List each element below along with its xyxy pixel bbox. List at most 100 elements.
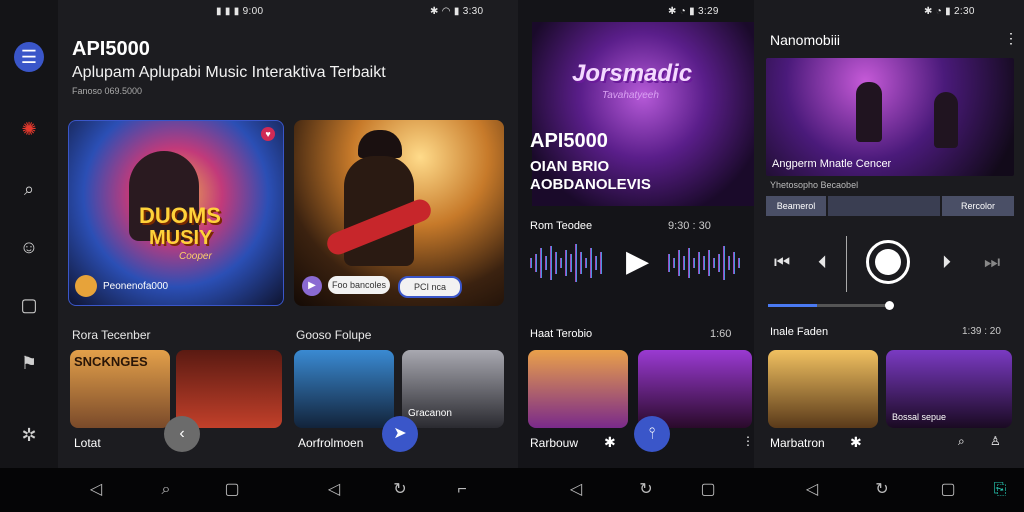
chip-right[interactable]: Rercolor <box>942 196 1014 216</box>
progress-track[interactable] <box>768 301 894 310</box>
track-subtitle: Yhetosopho Becaobel <box>770 180 859 190</box>
square-icon[interactable]: ▢ <box>14 290 44 320</box>
card-chip-2[interactable]: PCI nca <box>398 276 462 298</box>
more-icon[interactable]: ⋮ <box>742 434 754 448</box>
album-tile-2[interactable]: Bossal sepue <box>886 350 1012 428</box>
status-bar-right: ✱ ◠ ▮ 3:30 <box>430 6 484 17</box>
progress-thumb[interactable] <box>885 301 894 310</box>
search-icon[interactable]: ⌕ <box>958 434 965 449</box>
refresh-icon[interactable]: ↻ <box>390 480 410 500</box>
person-icon[interactable]: ♙ <box>990 434 1001 448</box>
play-button-inner <box>875 249 901 275</box>
menu-icon[interactable]: ☰ <box>14 42 44 72</box>
track-line-1: OIAN BRIO <box>530 158 610 175</box>
app-subtitle: Aplupam Aplupabi Music Interaktiva Terba… <box>72 64 386 81</box>
hero-art-text: Jorsmadic <box>572 60 693 87</box>
tile-caption: Bossal sepue <box>892 412 947 422</box>
section-time: 1:39 : 20 <box>962 326 1001 337</box>
album-tile-3[interactable] <box>294 350 394 428</box>
megaphone-icon[interactable]: ⚑ <box>14 348 44 378</box>
app-meta: Fanoso 069.5000 <box>72 86 143 96</box>
status-bar: ✱ ◔ ▮ 3:29 <box>668 6 719 17</box>
album-tile-1[interactable] <box>768 350 878 428</box>
card-caption: Peonenofa000 <box>103 281 169 292</box>
more-icon[interactable]: ⋮ <box>1004 30 1018 47</box>
star-icon[interactable]: ✱ <box>604 434 616 451</box>
track-line-2: AOBDANOLEVIS <box>530 176 651 193</box>
section-title: Haat Terobio <box>530 328 593 340</box>
screen-title: Nanomobiii <box>770 32 841 48</box>
star-icon[interactable]: ✺ <box>14 114 44 144</box>
bottom-label-right: Aorfrolmoen <box>298 436 364 450</box>
search-icon[interactable]: ⌕ <box>14 174 44 204</box>
status-bar: ✱ ◔ ▮ 2:30 <box>924 6 975 17</box>
guitarist-figure-2 <box>934 92 958 148</box>
back-icon[interactable]: ◁ <box>566 480 586 500</box>
featured-card-2[interactable]: ▶ Foo bancoles PCI nca <box>294 120 504 306</box>
card-art-text-1: DUOMS <box>139 203 221 228</box>
app-title: API5000 <box>72 38 150 60</box>
section-time: 1:60 <box>710 328 732 340</box>
star-icon[interactable]: ✱ <box>850 434 862 451</box>
refresh-icon[interactable]: ↻ <box>872 480 892 500</box>
bottom-label: Rarbouw <box>530 436 579 450</box>
next-icon[interactable]: ⏵ <box>942 252 951 273</box>
avatar <box>75 275 97 297</box>
recents-icon[interactable]: ▢ <box>222 480 242 500</box>
guitarist-figure-1 <box>856 82 882 142</box>
card-chip-1[interactable]: Foo bancoles <box>328 276 390 294</box>
send-fab[interactable]: ➤ <box>382 416 418 452</box>
back-fab[interactable]: ‹ <box>164 416 200 452</box>
progress-fill <box>768 304 817 307</box>
recents-icon[interactable]: ▢ <box>698 480 718 500</box>
back-icon[interactable]: ◁ <box>802 480 822 500</box>
tile-caption: Gracanon <box>408 408 452 419</box>
main-screen: ☰ ✺ ⌕ ☺ ▢ ⚑ ✲ ▮ ▮ ▮ 9:00 ✱ ◠ ▮ 3:30 API5… <box>0 0 518 468</box>
featured-card-1[interactable]: DUOMS MUSIY Cooper Peonenofa000 ♥ <box>68 120 284 306</box>
recents-icon[interactable]: ▢ <box>938 480 958 500</box>
section-title-right: Gooso Folupe <box>296 328 372 342</box>
album-tile-2[interactable] <box>176 350 282 428</box>
section-title-left: Rora Tecenber <box>72 328 151 342</box>
play-icon[interactable]: ▶ <box>302 276 322 296</box>
mic-fab[interactable]: ⫯ <box>634 416 670 452</box>
card-art-text-2: MUSIY <box>149 227 213 249</box>
hero-art-sub: Tavahatyeeh <box>602 90 659 101</box>
now-playing-screen: ✱ ◔ ▮ 3:29 Jorsmadic Tavahatyeeh API5000… <box>518 0 754 468</box>
play-pause-button[interactable] <box>866 240 910 284</box>
settings-icon[interactable]: ✲ <box>14 420 44 450</box>
play-icon[interactable]: ▶ <box>626 244 649 279</box>
previous-icon[interactable]: ⏴ <box>818 252 827 273</box>
album-tile-4[interactable]: Gracanon <box>402 350 504 428</box>
nav-rail: ☰ ✺ ⌕ ☺ ▢ ⚑ ✲ <box>0 0 58 468</box>
track-artwork: Angperm Mnatle Cencer <box>766 58 1014 176</box>
downloads-icon[interactable]: ⎘ <box>990 480 1010 500</box>
bottom-label: Marbatron <box>770 436 825 450</box>
player-screen: ✱ ◔ ▮ 2:30 Nanomobiii ⋮ Angperm Mnatle C… <box>754 0 1024 468</box>
skip-previous-icon[interactable]: ⏮ <box>774 252 790 273</box>
album-tile-1[interactable] <box>528 350 628 428</box>
status-bar-left: ▮ ▮ ▮ 9:00 <box>216 6 264 17</box>
track-title: API5000 <box>530 130 608 152</box>
skip-next-icon[interactable]: ⏭ <box>984 252 1000 273</box>
bottom-label-left: Lotat <box>74 436 101 450</box>
back-icon[interactable]: ◁ <box>324 480 344 500</box>
divider <box>846 236 847 292</box>
refresh-icon[interactable]: ↻ <box>636 480 656 500</box>
card-art-text-3: Cooper <box>179 251 212 262</box>
tile-art-text: SNCKNGES <box>74 354 148 369</box>
heart-icon[interactable]: ♥ <box>261 127 275 141</box>
gesture-icon[interactable]: ⌐ <box>452 480 472 500</box>
system-nav-bar: ◁ ⌕ ▢ ◁ ↻ ⌐ ◁ ↻ ▢ ◁ ↻ ▢ ⎘ <box>0 468 1024 512</box>
search-icon[interactable]: ⌕ <box>156 480 176 500</box>
artist-hat <box>358 130 402 158</box>
now-label: Rom Teodee <box>530 220 593 232</box>
section-title: Inale Faden <box>770 326 829 338</box>
now-time: 9:30 : 30 <box>668 220 711 232</box>
album-tile-1[interactable]: SNCKNGES <box>70 350 170 428</box>
smile-icon[interactable]: ☺ <box>14 232 44 262</box>
back-icon[interactable]: ◁ <box>86 480 106 500</box>
chip-left[interactable]: Beamerol <box>766 196 826 216</box>
chip-middle[interactable] <box>828 196 940 216</box>
track-title: Angperm Mnatle Cencer <box>772 158 892 170</box>
